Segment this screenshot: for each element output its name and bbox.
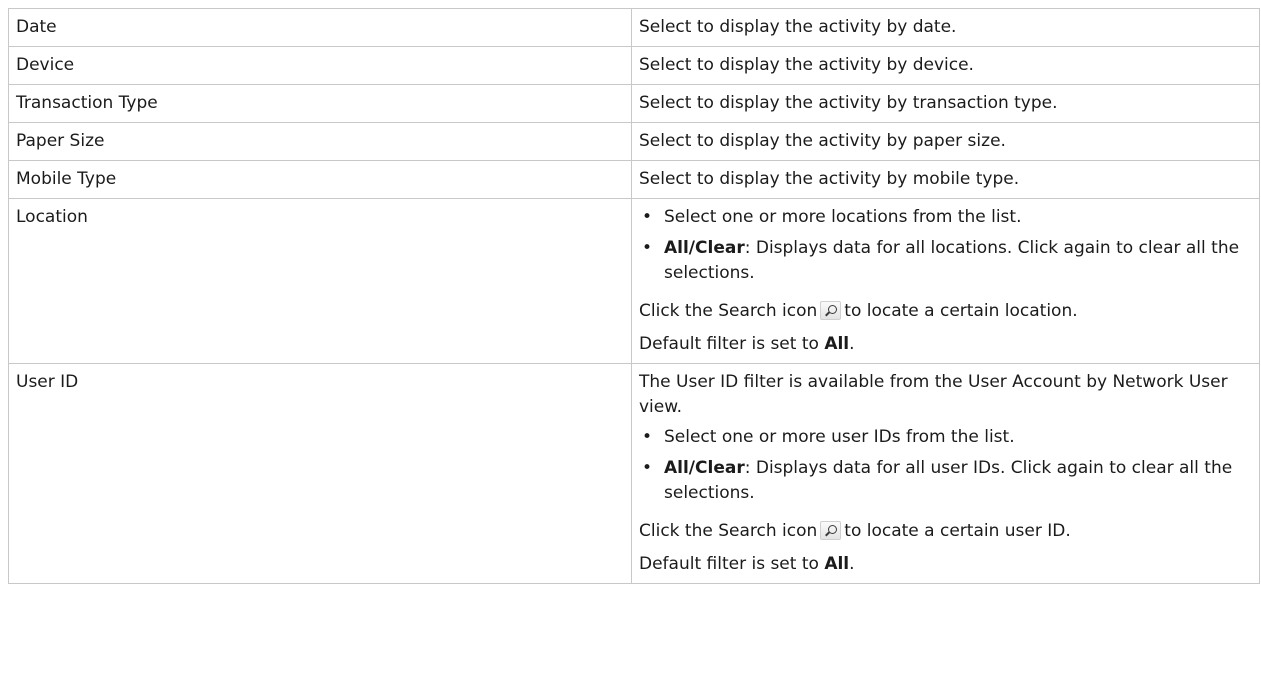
user-id-intro: The User ID filter is available from the… bbox=[639, 372, 1228, 417]
filter-description-cell: Select to display the activity by mobile… bbox=[631, 160, 1260, 199]
table-row: Transaction Type Select to display the a… bbox=[8, 84, 1260, 123]
list-item: • All/Clear: Displays data for all user I… bbox=[642, 458, 1233, 503]
filter-description-cell: Select to display the activity by transa… bbox=[631, 84, 1260, 123]
filter-description-cell: The User ID filter is available from the… bbox=[631, 363, 1260, 584]
search-icon bbox=[820, 301, 842, 320]
default-filter-note: Default filter is set to All. bbox=[639, 334, 855, 354]
filter-name-cell: User ID bbox=[8, 363, 632, 584]
table-row: Mobile Type Select to display the activi… bbox=[8, 160, 1260, 199]
filter-description-cell: Select to display the activity by paper … bbox=[631, 122, 1260, 161]
filter-name-cell: Mobile Type bbox=[8, 160, 632, 199]
list-item: • Select one or more user IDs from the li… bbox=[639, 425, 1253, 450]
filter-description-cell: Select to display the activity by date. bbox=[631, 8, 1260, 47]
table-row-user-id: User ID The User ID filter is available … bbox=[8, 363, 1260, 584]
bullet-icon: • bbox=[642, 427, 653, 447]
table-row: Paper Size Select to display the activit… bbox=[8, 122, 1260, 161]
filter-description-cell: • Select one or more locations from the l… bbox=[631, 198, 1260, 364]
location-options-list: • Select one or more locations from the l… bbox=[639, 205, 1253, 286]
filter-description-cell: Select to display the activity by device… bbox=[631, 46, 1260, 85]
search-icon bbox=[820, 521, 842, 540]
filter-name-cell: Device bbox=[8, 46, 632, 85]
filter-description-table: Date Select to display the activity by d… bbox=[8, 8, 1260, 584]
user-id-options-list: • Select one or more user IDs from the li… bbox=[639, 425, 1253, 506]
filter-name-cell: Location bbox=[8, 198, 632, 364]
filter-name-cell: Date bbox=[8, 8, 632, 47]
filter-name-cell: Paper Size bbox=[8, 122, 632, 161]
default-filter-note: Default filter is set to All. bbox=[639, 554, 855, 574]
table-row: Date Select to display the activity by d… bbox=[8, 8, 1260, 47]
bullet-icon: • bbox=[642, 238, 653, 258]
filter-name-cell: Transaction Type bbox=[8, 84, 632, 123]
table-row-location: Location • Select one or more locations f… bbox=[8, 198, 1260, 364]
search-instruction: Click the Search icon to locate a certain… bbox=[639, 521, 1071, 541]
list-item: • All/Clear: Displays data for all locati… bbox=[642, 238, 1240, 283]
table-row: Device Select to display the activity by… bbox=[8, 46, 1260, 85]
bullet-icon: • bbox=[642, 458, 653, 478]
bullet-icon: • bbox=[642, 207, 653, 227]
list-item: • Select one or more locations from the l… bbox=[639, 205, 1253, 230]
search-instruction: Click the Search icon to locate a certain… bbox=[639, 301, 1078, 321]
